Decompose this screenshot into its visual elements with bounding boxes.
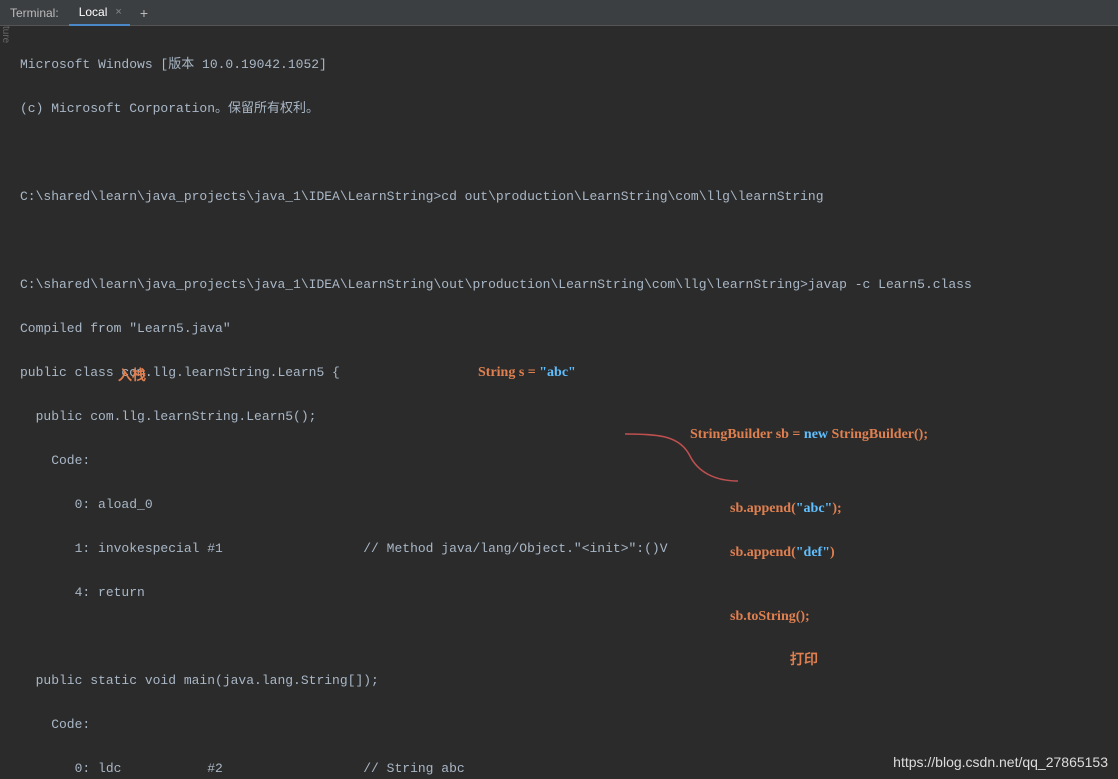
close-icon[interactable]: ×	[113, 6, 123, 18]
terminal-output[interactable]: Microsoft Windows [版本 10.0.19042.1052] (…	[0, 26, 1118, 779]
terminal-line: Code:	[20, 450, 1118, 472]
terminal-line: 0: aload_0	[20, 494, 1118, 516]
terminal-line	[20, 230, 1118, 252]
terminal-line: public com.llg.learnString.Learn5();	[20, 406, 1118, 428]
annotation-push-stack: 入栈	[118, 366, 146, 388]
annotation-sb-new: StringBuilder sb = new StringBuilder();	[690, 424, 928, 446]
annotation-string-s: String s = "abc"	[478, 362, 576, 384]
terminal-line: (c) Microsoft Corporation。保留所有权利。	[20, 98, 1118, 120]
terminal-line	[20, 142, 1118, 164]
annotation-sb-tostring: sb.toString();	[730, 606, 810, 628]
terminal-line: C:\shared\learn\java_projects\java_1\IDE…	[20, 186, 1118, 208]
terminal-tabbar: Terminal: Local × +	[0, 0, 1118, 26]
terminal-label: Terminal:	[0, 6, 69, 20]
terminal-line: Microsoft Windows [版本 10.0.19042.1052]	[20, 54, 1118, 76]
tab-label: Local	[79, 5, 108, 19]
terminal-line: 1: invokespecial #1 // Method java/lang/…	[20, 538, 1118, 560]
annotation-sb-append-def: sb.append("def")	[730, 542, 835, 564]
new-tab-button[interactable]: +	[130, 5, 158, 21]
terminal-line: Code:	[20, 714, 1118, 736]
annotation-print: 打印	[790, 650, 818, 672]
terminal-line: C:\shared\learn\java_projects\java_1\IDE…	[20, 274, 1118, 296]
watermark: https://blog.csdn.net/qq_27865153	[893, 751, 1108, 773]
terminal-line	[20, 626, 1118, 648]
terminal-line: Compiled from "Learn5.java"	[20, 318, 1118, 340]
terminal-line: 4: return	[20, 582, 1118, 604]
terminal-tab-local[interactable]: Local ×	[69, 0, 130, 26]
terminal-line: public static void main(java.lang.String…	[20, 670, 1118, 692]
annotation-sb-append-abc: sb.append("abc");	[730, 498, 842, 520]
